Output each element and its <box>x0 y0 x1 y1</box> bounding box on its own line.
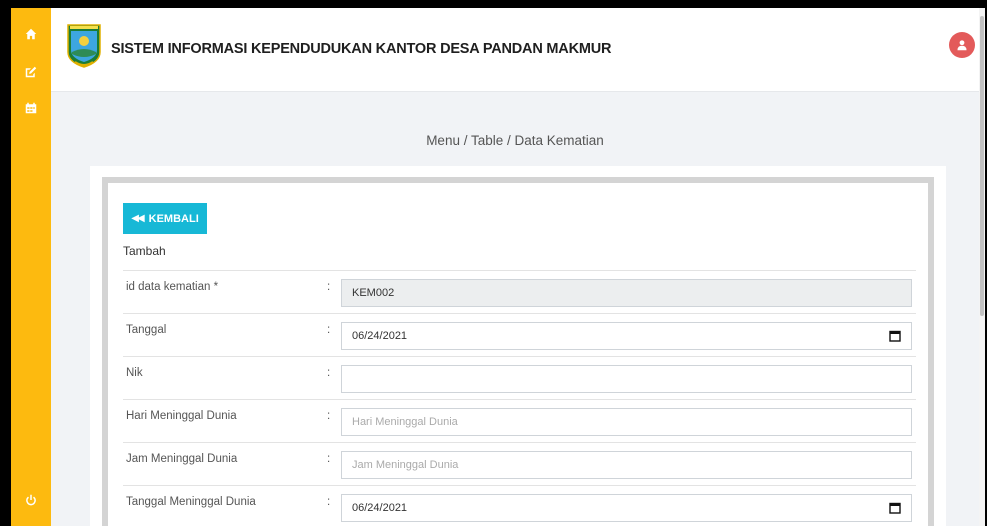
form-row-tanggal-meninggal: Tanggal Meninggal Dunia : 06/24/2021 <box>123 485 916 526</box>
jam-meninggal-input[interactable]: Jam Meninggal Dunia <box>341 451 912 479</box>
field-colon: : <box>327 367 331 379</box>
form-row-id: id data kematian * : KEM002 <box>123 270 916 313</box>
app-window: SISTEM INFORMASI KEPENDUDUKAN KANTOR DES… <box>11 8 985 526</box>
form-row-nik: Nik : <box>123 356 916 399</box>
nik-input[interactable] <box>341 365 912 393</box>
edit-icon[interactable] <box>11 64 51 80</box>
home-icon[interactable] <box>11 26 51 42</box>
top-bar: SISTEM INFORMASI KEPENDUDUKAN KANTOR DES… <box>51 8 985 92</box>
calendar-picker-icon[interactable] <box>889 502 901 514</box>
tanggal-meninggal-date-input[interactable]: 06/24/2021 <box>341 494 912 522</box>
breadcrumb: Menu / Table / Data Kematian <box>426 133 604 148</box>
calendar-icon[interactable] <box>11 100 51 116</box>
double-chevron-left-icon: ◀◀ <box>131 213 144 224</box>
scrollbar-thumb[interactable] <box>980 16 984 316</box>
field-colon: : <box>327 324 331 336</box>
form-title: Tambah <box>123 244 166 258</box>
field-value: 06/24/2021 <box>352 502 408 514</box>
field-colon: : <box>327 453 331 465</box>
calendar-picker-icon[interactable] <box>889 330 901 342</box>
power-icon[interactable] <box>11 492 51 508</box>
field-value: KEM002 <box>352 287 395 299</box>
user-icon <box>957 40 967 51</box>
field-label: id data kematian * <box>126 281 219 293</box>
form-row-jam-meninggal: Jam Meninggal Dunia : Jam Meninggal Duni… <box>123 442 916 485</box>
field-label: Tanggal <box>126 324 167 336</box>
page-scrollbar[interactable] <box>979 8 985 526</box>
form-row-tanggal: Tanggal : 06/24/2021 <box>123 313 916 356</box>
app-title: SISTEM INFORMASI KEPENDUDUKAN KANTOR DES… <box>111 41 612 57</box>
field-colon: : <box>327 496 331 508</box>
form-row-hari-meninggal: Hari Meninggal Dunia : Hari Meninggal Du… <box>123 399 916 442</box>
field-placeholder: Jam Meninggal Dunia <box>352 459 459 471</box>
field-colon: : <box>327 410 331 422</box>
content-panel: ◀◀ KEMBALI Tambah id data kematian * : K… <box>90 166 946 526</box>
form-card: ◀◀ KEMBALI Tambah id data kematian * : K… <box>102 177 934 526</box>
back-button-label: KEMBALI <box>148 212 199 225</box>
village-logo-icon <box>66 22 102 68</box>
field-value: 06/24/2021 <box>352 330 408 342</box>
tanggal-date-input[interactable]: 06/24/2021 <box>341 322 912 350</box>
field-placeholder: Hari Meninggal Dunia <box>352 416 458 428</box>
field-label: Nik <box>126 367 143 379</box>
back-button[interactable]: ◀◀ KEMBALI <box>123 203 207 234</box>
field-colon: : <box>327 281 331 293</box>
field-label: Jam Meninggal Dunia <box>126 453 238 465</box>
id-data-kematian-input[interactable]: KEM002 <box>341 279 912 307</box>
user-avatar[interactable] <box>949 32 975 58</box>
field-label: Tanggal Meninggal Dunia <box>126 496 256 508</box>
hari-meninggal-input[interactable]: Hari Meninggal Dunia <box>341 408 912 436</box>
sidebar <box>11 8 51 526</box>
field-label: Hari Meninggal Dunia <box>126 410 237 422</box>
